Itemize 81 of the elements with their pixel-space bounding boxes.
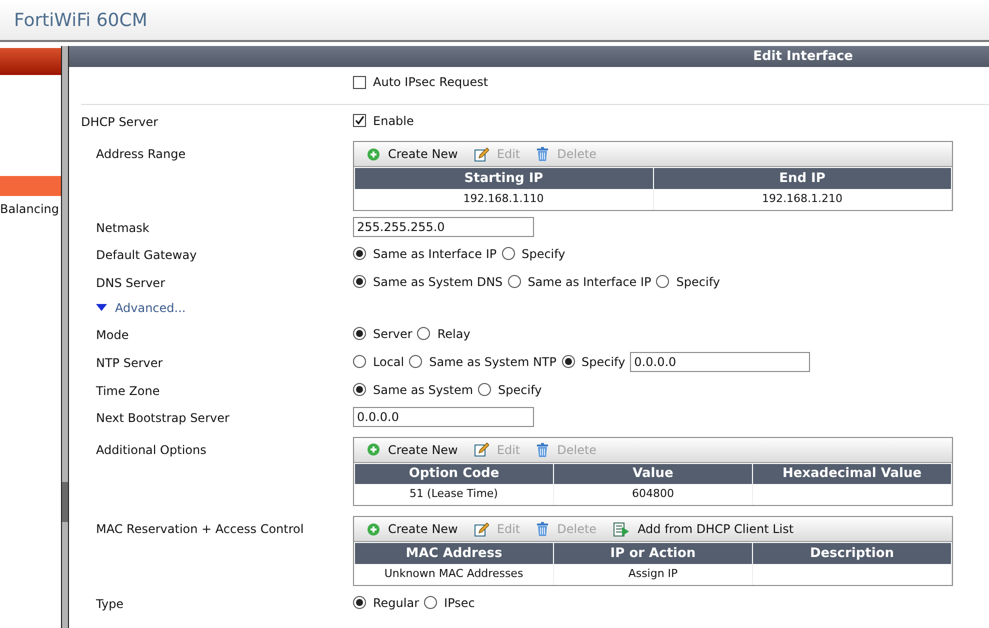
field-label: DNS Server [96, 276, 165, 290]
column-header: Option Code [354, 463, 554, 484]
radio-button[interactable] [353, 327, 366, 340]
field-label: Time Zone [96, 384, 160, 398]
table-cell: Unknown MAC Addresses [384, 566, 524, 580]
radio-label: Local [373, 354, 404, 370]
splitter[interactable] [62, 46, 68, 628]
table-cell: 192.168.1.110 [463, 192, 544, 205]
trash-icon [536, 147, 550, 161]
toolbar-button[interactable]: Create New [367, 440, 458, 458]
device-title: FortiWiFi 60CM [14, 8, 148, 32]
table-cell: 192.168.1.210 [762, 192, 842, 205]
radio-label: Same as System [373, 382, 474, 398]
checkbox-label: Enable [373, 112, 414, 130]
checkbox[interactable] [353, 76, 366, 88]
radio-button[interactable] [656, 275, 670, 288]
radio-button[interactable] [353, 247, 366, 260]
radio-label: Specify [582, 354, 626, 370]
column-header: Hexadecimal Value [752, 463, 952, 484]
radio-button[interactable] [502, 247, 515, 260]
column-header: Starting IP [354, 168, 653, 188]
pencil-icon [474, 442, 489, 457]
section-label: DHCP Server [81, 114, 158, 128]
radio-label: Regular [373, 594, 420, 612]
radio-label: Same as Interface IP [528, 274, 652, 290]
table-cell: Assign IP [628, 566, 678, 580]
checkbox[interactable] [353, 114, 366, 127]
column-header: IP or Action [554, 542, 752, 564]
radio-button[interactable] [508, 275, 521, 288]
table-cell: 604800 [632, 487, 674, 500]
radio-button[interactable] [417, 327, 430, 340]
advanced-toggle[interactable]: Advanced... [96, 298, 186, 316]
radio-label: Specify [498, 382, 542, 398]
trash-icon [536, 522, 550, 536]
table-cell: 51 (Lease Time) [410, 487, 498, 500]
text-field[interactable]: 0.0.0.0 [353, 406, 534, 426]
field-label: Additional Options [96, 442, 206, 456]
radio-button[interactable] [353, 355, 366, 368]
text-field[interactable]: 0.0.0.0 [630, 352, 810, 372]
radio-button[interactable] [424, 596, 438, 609]
radio-label: Same as System NTP [429, 354, 556, 370]
column-header: Description [752, 542, 952, 564]
radio-label: Specify [676, 274, 720, 290]
field-label: NTP Server [96, 356, 163, 370]
radio-label: Relay [437, 326, 470, 342]
field-label: Default Gateway [96, 248, 197, 262]
radio-button[interactable] [353, 596, 366, 609]
add-icon [367, 148, 380, 160]
pencil-icon [474, 522, 489, 536]
list-arrow-icon [612, 522, 630, 536]
radio-label: Same as System DNS [373, 274, 503, 290]
radio-button[interactable] [409, 355, 422, 368]
column-header: End IP [653, 168, 952, 188]
triangle-down-icon [96, 304, 107, 312]
add-icon [367, 443, 380, 456]
text-field[interactable]: 255.255.255.0 [353, 216, 534, 236]
field-label: Type [96, 596, 124, 610]
field-label: Mode [96, 328, 129, 342]
field-label: Netmask [96, 220, 150, 234]
column-header: MAC Address [354, 542, 554, 564]
radio-label: Server [373, 326, 412, 342]
sidebar-heading-bar [0, 48, 61, 75]
radio-label: Same as Interface IP [373, 246, 497, 262]
toolbar-button[interactable]: Create New [367, 520, 458, 538]
field-label: MAC Reservation + Access Control [96, 522, 304, 536]
toolbar-button[interactable]: Create New [367, 145, 458, 163]
field-label: Address Range [96, 147, 186, 161]
column-header: Value [554, 463, 752, 484]
radio-button[interactable] [478, 383, 492, 396]
radio-button[interactable] [353, 275, 366, 288]
radio-label: Specify [522, 246, 566, 262]
radio-button[interactable] [353, 383, 366, 396]
pencil-icon [474, 146, 489, 162]
radio-label: IPsec [444, 594, 475, 612]
panel-header: Edit Interface [69, 46, 989, 67]
trash-icon [536, 442, 550, 456]
add-icon [367, 522, 380, 536]
field-label: Next Bootstrap Server [96, 410, 230, 424]
toolbar-button[interactable]: Add from DHCP Client List [612, 520, 794, 538]
checkbox-label: Auto IPsec Request [373, 74, 488, 91]
radio-button[interactable] [562, 355, 574, 368]
